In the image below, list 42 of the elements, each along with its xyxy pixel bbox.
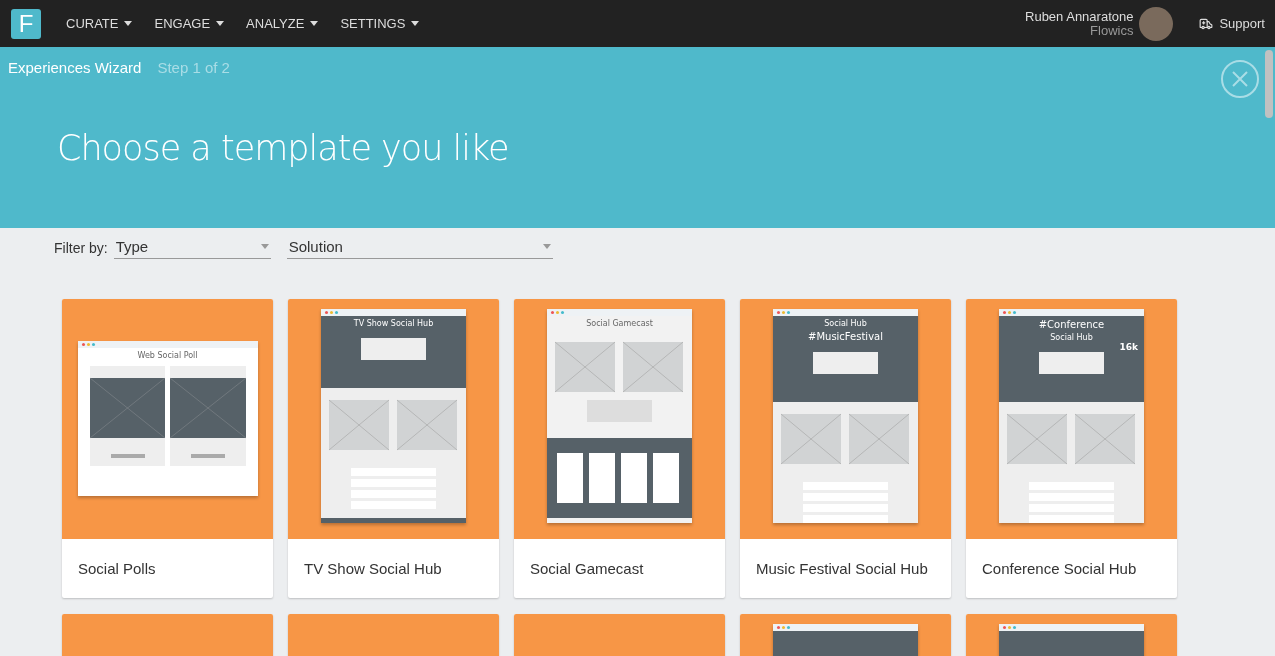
support-link[interactable]: Support <box>1199 16 1265 31</box>
template-name: Social Gamecast <box>529 559 645 579</box>
preview-title: #MusicFestival <box>808 331 883 342</box>
user-name: Ruben Annaratone <box>1025 9 1134 24</box>
page-heading: Choose a template you like <box>57 128 510 168</box>
user-organization: Flowics <box>1090 23 1134 38</box>
template-name: Music Festival Social Hub <box>755 559 929 579</box>
template-name: TV Show Social Hub <box>303 559 443 579</box>
nav-menu[interactable]: SETTINGS <box>340 16 420 31</box>
filter-select[interactable]: Type <box>113 236 271 259</box>
template-card[interactable]: Web Social Poll Social Polls <box>62 299 273 598</box>
close-button[interactable] <box>1221 60 1259 98</box>
template-card[interactable]: #Conference Social Hub 16k Conference Social Hub <box>966 299 1177 598</box>
wizard-title: Experiences Wizard <box>8 59 142 76</box>
ambulance-icon <box>1199 16 1214 31</box>
caret-icon <box>542 244 551 249</box>
filter-label: Filter by: <box>54 239 108 256</box>
caret-icon <box>310 21 319 26</box>
nav-menu[interactable]: CURATE <box>66 16 133 31</box>
caret-icon <box>260 244 269 249</box>
scrollbar[interactable] <box>1265 50 1273 118</box>
template-card[interactable]: TV Show Social Hub TV Show Social Hub <box>288 299 499 598</box>
filter-select[interactable]: Solution <box>286 236 553 259</box>
preview-title: TV Show Social Hub <box>353 319 434 328</box>
preview-title: Web Social Poll <box>137 351 198 360</box>
template-name: Conference Social Hub <box>981 559 1138 579</box>
template-name: Social Polls <box>77 559 157 579</box>
preview-title: #Conference <box>1038 319 1105 330</box>
step-indicator: Step 1 of 2 <box>157 59 230 76</box>
preview-title: Social Hub <box>1050 333 1093 342</box>
preview-title: Social Gamecast <box>586 319 653 328</box>
preview-count: 16k <box>1119 342 1138 352</box>
template-card[interactable]: Social Hub #MusicFestival Music Festival Social Hub <box>740 299 951 598</box>
avatar[interactable] <box>1139 6 1174 41</box>
nav-menu[interactable]: ANALYZE <box>246 16 319 31</box>
caret-icon <box>216 21 225 26</box>
caret-icon <box>411 21 420 26</box>
nav-menu[interactable]: ENGAGE <box>154 16 225 31</box>
caret-icon <box>124 21 133 26</box>
close-icon <box>1231 70 1249 88</box>
template-card[interactable]: Social Gamecast Social Gamecast <box>514 299 725 598</box>
preview-title: Social Hub <box>824 319 867 328</box>
